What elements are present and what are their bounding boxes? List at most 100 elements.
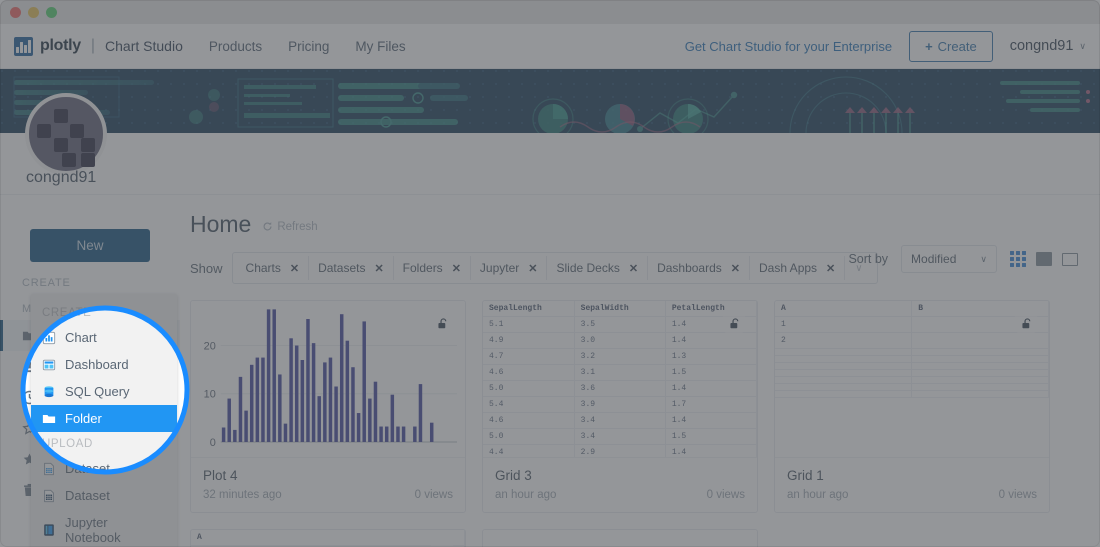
chart-bar [272, 309, 276, 442]
chart-bar [356, 413, 361, 442]
unlock-icon[interactable] [1013, 310, 1039, 336]
chart-bar [339, 314, 344, 442]
unlock-icon[interactable] [429, 310, 455, 336]
dropdown-item-dataset[interactable]: Dataset [31, 455, 177, 482]
new-button[interactable]: New [30, 229, 150, 262]
refresh-button[interactable]: Refresh [262, 221, 318, 233]
chart-bar [233, 429, 237, 442]
table-cell: 3.4 [574, 428, 666, 445]
minimize-window-button[interactable] [28, 6, 39, 18]
dropdown-item-sql-query[interactable]: SQL Query [31, 378, 177, 405]
remove-chip-icon[interactable]: ✕ [290, 262, 299, 275]
jupyter-icon [44, 524, 54, 536]
navbar-right-group: Get Chart Studio for your Enterprise + C… [685, 30, 1086, 62]
nav-link-products[interactable]: Products [209, 39, 262, 54]
file-card-plot-4[interactable]: 0 10 20 Plot 4 32 minutes ago 0 views [190, 300, 466, 513]
filter-chip-folders[interactable]: Folders ✕ [394, 256, 471, 280]
remove-chip-icon[interactable]: ✕ [528, 262, 537, 275]
chip-label: Datasets [318, 261, 366, 275]
card-title: Grid 1 [787, 468, 824, 483]
dropdown-item-folder[interactable]: Folder [31, 405, 177, 432]
chart-bar [238, 376, 243, 442]
chart-bar [306, 319, 310, 442]
unlock-icon[interactable] [721, 310, 747, 336]
card-view-icon[interactable] [1062, 252, 1078, 266]
data-table: A B 12 [775, 301, 1049, 398]
grid-preview: SepalLength SepalWidth PetalLength 5.1 3.… [483, 301, 757, 457]
filter-chip-group: Charts ✕ Datasets ✕ Folders ✕ Jupyter ✕ … [231, 252, 878, 284]
dropdown-item-chart[interactable]: Chart [31, 324, 177, 351]
dropdown-item-label: Dashboard [65, 357, 129, 372]
file-card-partial-1[interactable]: A 12 [190, 529, 466, 547]
chart-bar [379, 426, 383, 442]
maximize-window-button[interactable] [46, 6, 57, 18]
folder-icon [42, 414, 56, 423]
user-menu[interactable]: congnd91 ∨ [1010, 38, 1086, 54]
chart-bar [323, 362, 327, 442]
filter-chip-datasets[interactable]: Datasets ✕ [309, 256, 394, 280]
dropdown-section-upload: UPLOAD [42, 438, 93, 450]
filter-chip-charts[interactable]: Charts ✕ [237, 256, 310, 280]
nav-link-pricing[interactable]: Pricing [288, 39, 329, 54]
remove-chip-icon[interactable]: ✕ [826, 262, 835, 275]
table-row: 5.1 3.5 1.4 [483, 316, 757, 333]
file-card-grid-1[interactable]: A B 12 Grid 1 an hour ago 0 views [774, 300, 1050, 513]
plus-icon: + [925, 38, 933, 54]
table-cell [911, 390, 1049, 398]
dropdown-item-dataset-secondary[interactable]: Dataset [31, 482, 177, 509]
chart-bar [261, 357, 265, 442]
remove-chip-icon[interactable]: ✕ [452, 262, 461, 275]
table-cell: 5.1 [483, 316, 575, 333]
brand-logo[interactable]: plotly | Chart Studio [14, 36, 183, 56]
column-header: A [191, 530, 465, 546]
close-window-button[interactable] [10, 6, 21, 18]
plotly-logo-icon [14, 36, 33, 56]
chart-bar [368, 398, 372, 442]
enterprise-link[interactable]: Get Chart Studio for your Enterprise [685, 39, 892, 54]
table-cell [911, 355, 1049, 363]
remove-chip-icon[interactable]: ✕ [629, 262, 638, 275]
filter-chip-slide-decks[interactable]: Slide Decks ✕ [547, 256, 649, 280]
table-cell: 1.7 [665, 396, 757, 413]
chip-label: Slide Decks [556, 261, 620, 275]
filter-chip-dash-apps[interactable]: Dash Apps ✕ [750, 256, 846, 280]
table-cell: 3.4 [574, 412, 666, 429]
remove-chip-icon[interactable]: ✕ [374, 262, 383, 275]
unlock-icon[interactable] [721, 539, 747, 547]
show-label: Show [190, 260, 223, 276]
nav-links: Products Pricing My Files [209, 39, 406, 54]
table-cell: 5.0 [483, 428, 575, 445]
table-row: 4.9 3.0 1.4 [483, 332, 757, 349]
table-cell: 3.5 [574, 316, 666, 333]
dashboard-icon [42, 359, 56, 370]
database-icon [44, 385, 54, 397]
list-view-icon[interactable] [1036, 252, 1052, 266]
table-cell: 1.4 [665, 332, 757, 349]
column-header: A [775, 301, 913, 317]
remove-chip-icon[interactable]: ✕ [731, 262, 740, 275]
dropdown-item-jupyter-notebook[interactable]: Jupyter Notebook [31, 509, 177, 547]
nav-link-my-files[interactable]: My Files [355, 39, 405, 54]
filter-chip-jupyter[interactable]: Jupyter ✕ [471, 256, 548, 280]
sort-by-select[interactable]: Modified ∨ [901, 245, 997, 273]
table-cell [775, 376, 913, 384]
grid-view-icon[interactable] [1010, 251, 1026, 267]
dropdown-item-label: SQL Query [65, 384, 130, 399]
file-card-grid-3[interactable]: SepalLength SepalWidth PetalLength 5.1 3.… [482, 300, 758, 513]
file-card-partial-2[interactable] [482, 529, 758, 547]
card-modified: an hour ago [495, 489, 557, 501]
table-header-row: A [191, 530, 465, 546]
table-cell: 3.9 [574, 396, 666, 413]
chart-preview: 0 10 20 [191, 301, 465, 457]
chevron-down-icon: ∨ [1079, 40, 1086, 51]
table-row [775, 390, 1049, 398]
card-meta: an hour ago 0 views [495, 489, 745, 501]
brand-product: Chart Studio [105, 38, 183, 54]
create-button[interactable]: + Create [909, 30, 993, 62]
dropdown-item-dashboard[interactable]: Dashboard [31, 351, 177, 378]
dropdown-item-label: Chart [65, 330, 97, 345]
filter-chip-dashboards[interactable]: Dashboards ✕ [648, 256, 750, 280]
y-axis-tick-label: 20 [204, 340, 216, 352]
histogram-chart: 0 10 20 [204, 309, 458, 449]
chart-bar [227, 398, 231, 442]
